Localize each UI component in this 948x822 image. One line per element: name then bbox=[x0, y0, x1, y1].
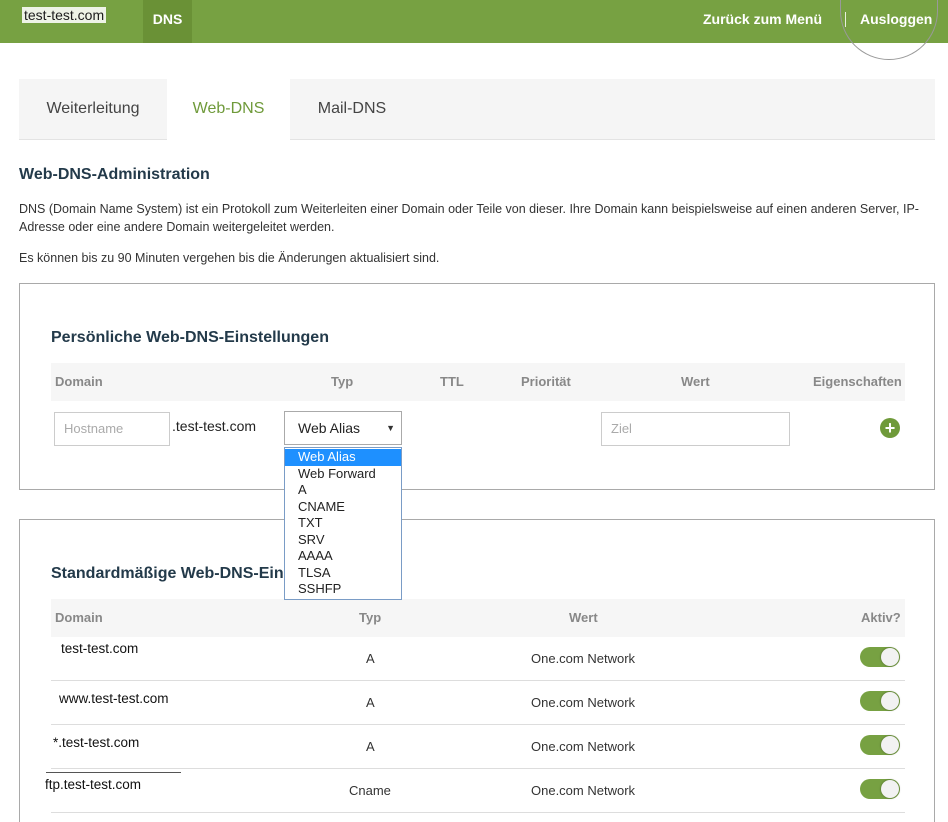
personal-table-header: Domain Typ TTL Priorität Wert Eigenschaf… bbox=[51, 363, 905, 401]
top-bar: test-test.com DNS Zurück zum Menü Auslog… bbox=[0, 0, 948, 43]
toggle-knob bbox=[881, 648, 899, 666]
standard-settings-title: Standardmäßige Web-DNS-Eins bbox=[51, 565, 293, 582]
tab-mail-dns[interactable]: Mail-DNS bbox=[290, 79, 414, 140]
personal-settings-panel: Persönliche Web-DNS-Einstellungen Domain… bbox=[19, 283, 935, 490]
row-divider bbox=[51, 812, 905, 813]
col-prioritaet: Priorität bbox=[521, 374, 571, 389]
type-select[interactable]: Web Alias ▼ bbox=[284, 411, 402, 445]
dns-tabs: Weiterleitung Web-DNS Mail-DNS bbox=[19, 79, 935, 141]
col-eigenschaften: Eigenschaften bbox=[813, 374, 902, 389]
standard-table-header: Domain Typ Wert Aktiv? bbox=[51, 599, 905, 637]
col-domain: Domain bbox=[55, 374, 103, 389]
row-divider bbox=[51, 768, 905, 769]
row-type: A bbox=[366, 739, 375, 754]
active-toggle[interactable] bbox=[860, 647, 900, 667]
back-to-menu-link[interactable]: Zurück zum Menü bbox=[703, 11, 822, 27]
chevron-down-icon: ▼ bbox=[386, 423, 395, 433]
type-option-web-forward[interactable]: Web Forward bbox=[285, 466, 401, 483]
col-aktiv: Aktiv? bbox=[861, 610, 901, 625]
col-wert: Wert bbox=[569, 610, 598, 625]
update-note: Es können bis zu 90 Minuten vergehen bis… bbox=[19, 251, 440, 265]
type-dropdown-list: Web Alias Web Forward A CNAME TXT SRV AA… bbox=[284, 447, 402, 600]
standard-settings-panel: Standardmäßige Web-DNS-Eins Domain Typ W… bbox=[19, 519, 935, 822]
personal-settings-title: Persönliche Web-DNS-Einstellungen bbox=[51, 329, 329, 346]
row-type: A bbox=[366, 651, 375, 666]
type-option-a[interactable]: A bbox=[285, 482, 401, 499]
col-typ: Typ bbox=[331, 374, 354, 389]
row-value: One.com Network bbox=[531, 783, 636, 798]
type-option-txt[interactable]: TXT bbox=[285, 515, 401, 532]
toggle-knob bbox=[881, 736, 899, 754]
active-toggle[interactable] bbox=[860, 735, 900, 755]
row-value: One.com Network bbox=[531, 695, 636, 710]
hostname-input[interactable]: Hostname bbox=[54, 412, 170, 446]
active-toggle[interactable] bbox=[860, 691, 900, 711]
type-option-srv[interactable]: SRV bbox=[285, 532, 401, 549]
row-domain: ftp.test-test.com bbox=[45, 777, 142, 792]
active-toggle[interactable] bbox=[860, 779, 900, 799]
col-typ: Typ bbox=[359, 610, 382, 625]
row-value: One.com Network bbox=[531, 651, 636, 666]
intro-description: DNS (Domain Name System) ist ein Protoko… bbox=[19, 202, 919, 234]
row-type: Cname bbox=[349, 783, 391, 798]
domain-suffix: .test-test.com bbox=[172, 418, 257, 434]
type-option-web-alias[interactable]: Web Alias bbox=[285, 449, 401, 466]
page-title: Web-DNS-Administration bbox=[19, 166, 210, 183]
value-input[interactable]: Ziel bbox=[601, 412, 790, 446]
tab-weiterleitung[interactable]: Weiterleitung bbox=[19, 79, 167, 140]
toggle-knob bbox=[881, 692, 899, 710]
row-domain: test-test.com bbox=[61, 641, 139, 656]
col-wert: Wert bbox=[681, 374, 710, 389]
type-option-cname[interactable]: CNAME bbox=[285, 499, 401, 516]
row-overline bbox=[46, 772, 181, 773]
type-option-aaaa[interactable]: AAAA bbox=[285, 548, 401, 565]
col-domain: Domain bbox=[55, 610, 103, 625]
toggle-knob bbox=[881, 780, 899, 798]
row-type: A bbox=[366, 695, 375, 710]
row-divider bbox=[51, 724, 905, 725]
plus-circle-icon[interactable]: + bbox=[880, 418, 900, 438]
nav-dns[interactable]: DNS bbox=[143, 0, 192, 43]
tab-web-dns[interactable]: Web-DNS bbox=[167, 79, 290, 141]
col-ttl: TTL bbox=[440, 374, 464, 389]
row-domain: *.test-test.com bbox=[53, 735, 140, 750]
type-select-value: Web Alias bbox=[298, 420, 360, 436]
row-divider bbox=[51, 680, 905, 681]
site-name: test-test.com bbox=[22, 7, 107, 23]
row-value: One.com Network bbox=[531, 739, 636, 754]
avatar-circle bbox=[840, 0, 938, 60]
row-domain: www.test-test.com bbox=[59, 691, 169, 706]
type-option-sshfp[interactable]: SSHFP bbox=[285, 581, 401, 598]
site-brand: test-test.com bbox=[0, 0, 143, 43]
type-option-tlsa[interactable]: TLSA bbox=[285, 565, 401, 582]
